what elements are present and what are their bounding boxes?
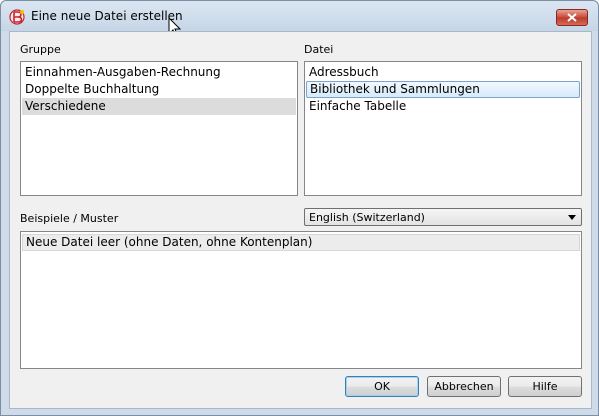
dialog-client-area: Gruppe Einnahmen-Ausgaben-Rechnung Doppe… xyxy=(9,31,592,409)
title-bar[interactable]: Eine neue Datei erstellen xyxy=(1,1,598,31)
file-listbox[interactable]: Adressbuch Bibliothek und Sammlungen Ein… xyxy=(304,61,582,196)
dialog-window: Eine neue Datei erstellen Gruppe Einnahm… xyxy=(0,0,599,416)
file-item[interactable]: Adressbuch xyxy=(306,64,580,81)
help-button[interactable]: Hilfe xyxy=(508,376,582,397)
file-item[interactable]: Einfache Tabelle xyxy=(306,98,580,115)
language-selected-value: English (Switzerland) xyxy=(309,211,425,224)
chevron-down-icon xyxy=(568,215,576,220)
group-item[interactable]: Einnahmen-Ausgaben-Rechnung xyxy=(22,64,296,81)
language-dropdown[interactable]: English (Switzerland) xyxy=(304,208,582,226)
ok-button[interactable]: OK xyxy=(345,376,419,397)
close-button[interactable] xyxy=(556,9,588,26)
close-icon xyxy=(567,13,577,22)
group-label: Gruppe xyxy=(20,43,61,56)
examples-item[interactable]: Neue Datei leer (ohne Daten, ohne Konten… xyxy=(22,234,580,251)
file-label: Datei xyxy=(304,43,334,56)
banana-app-icon xyxy=(9,9,25,25)
examples-label: Beispiele / Muster xyxy=(20,212,119,225)
group-item[interactable]: Doppelte Buchhaltung xyxy=(22,81,296,98)
group-item-selected[interactable]: Verschiedene xyxy=(22,98,296,115)
file-item-selected[interactable]: Bibliothek und Sammlungen xyxy=(306,81,580,98)
window-title: Eine neue Datei erstellen xyxy=(31,9,183,23)
cancel-button[interactable]: Abbrechen xyxy=(427,376,501,397)
examples-listbox[interactable]: Neue Datei leer (ohne Daten, ohne Konten… xyxy=(20,231,582,369)
group-listbox[interactable]: Einnahmen-Ausgaben-Rechnung Doppelte Buc… xyxy=(20,61,298,196)
